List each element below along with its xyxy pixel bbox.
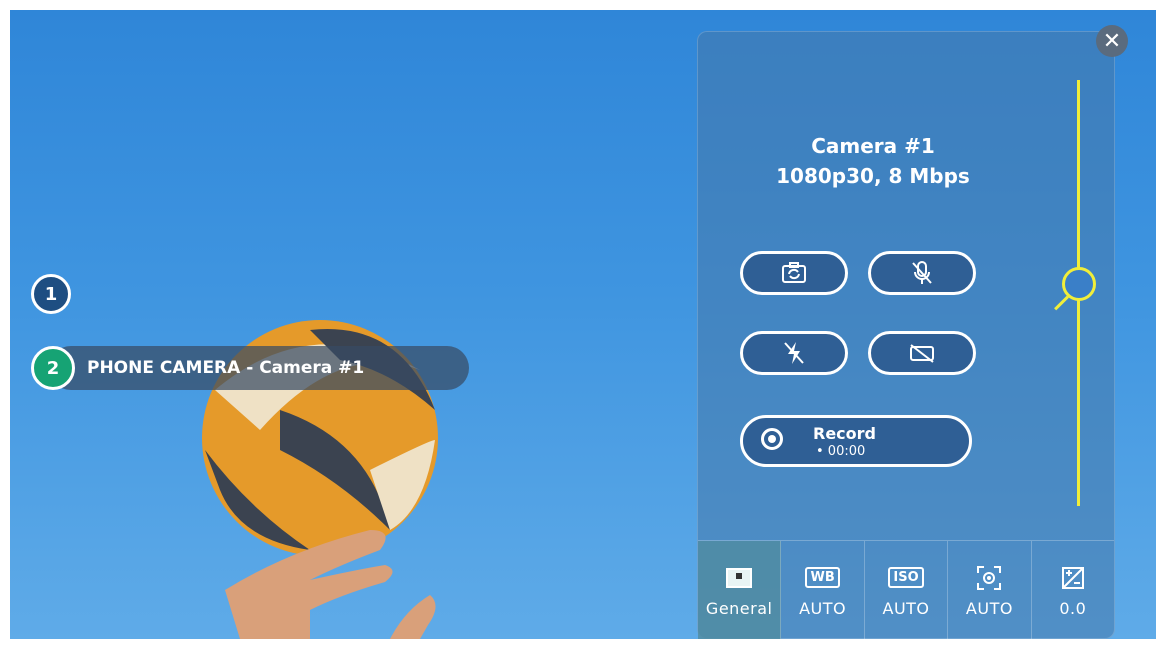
- exposure-icon: [1061, 563, 1085, 593]
- camera-specs: 1080p30, 8 Mbps: [776, 164, 970, 188]
- focus-icon: [976, 563, 1002, 593]
- video-off-icon: [910, 344, 934, 363]
- tab-general-label: General: [705, 598, 773, 618]
- iso-badge: ISO: [888, 567, 924, 588]
- source-item-2[interactable]: 2 PHONE CAMERA - Camera #1: [31, 346, 469, 390]
- video-off-button[interactable]: [868, 331, 976, 375]
- record-time: • 00:00: [816, 444, 866, 459]
- source-number: 2: [31, 346, 75, 390]
- tab-focus-value: AUTO: [965, 598, 1013, 618]
- wb-badge: WB: [805, 567, 840, 588]
- record-label: Record: [813, 424, 876, 443]
- tab-general[interactable]: General: [698, 541, 782, 639]
- mic-off-icon: [912, 261, 932, 284]
- tab-iso[interactable]: ISO AUTO: [865, 541, 949, 639]
- tab-white-balance[interactable]: WB AUTO: [781, 541, 865, 639]
- flash-off-icon: [784, 342, 804, 364]
- record-icon: [761, 428, 783, 450]
- camera-preview: 1 2 PHONE CAMERA - Camera #1 Camera #1 1…: [10, 10, 1156, 639]
- camera-settings-tabs: General WB AUTO ISO AUTO AUTO 0.0: [698, 540, 1114, 639]
- source-number: 1: [31, 274, 71, 314]
- tab-exposure[interactable]: 0.0: [1032, 541, 1114, 639]
- close-button[interactable]: ✕: [1096, 25, 1128, 57]
- mute-mic-button[interactable]: [868, 251, 976, 295]
- hands-graphic: [225, 530, 436, 639]
- source-label: PHONE CAMERA - Camera #1: [87, 358, 365, 378]
- tab-exposure-value: 0.0: [1059, 598, 1087, 618]
- white-balance-icon: WB: [805, 563, 840, 593]
- image-settings-icon: [725, 563, 753, 593]
- tab-focus[interactable]: AUTO: [948, 541, 1032, 639]
- camera-switch-icon: [782, 262, 806, 283]
- close-icon: ✕: [1102, 28, 1122, 54]
- tab-iso-value: AUTO: [882, 598, 930, 618]
- switch-camera-button[interactable]: [740, 251, 848, 295]
- source-item-1[interactable]: 1: [31, 274, 71, 314]
- tab-wb-value: AUTO: [799, 598, 847, 618]
- record-button[interactable]: Record • 00:00: [740, 415, 972, 467]
- zoom-slider-handle[interactable]: [1062, 267, 1096, 301]
- camera-title: Camera #1: [811, 134, 935, 158]
- iso-icon: ISO: [888, 563, 924, 593]
- camera-control-panel: Camera #1 1080p30, 8 Mbps Record • 00:00…: [697, 31, 1115, 639]
- flash-off-button[interactable]: [740, 331, 848, 375]
